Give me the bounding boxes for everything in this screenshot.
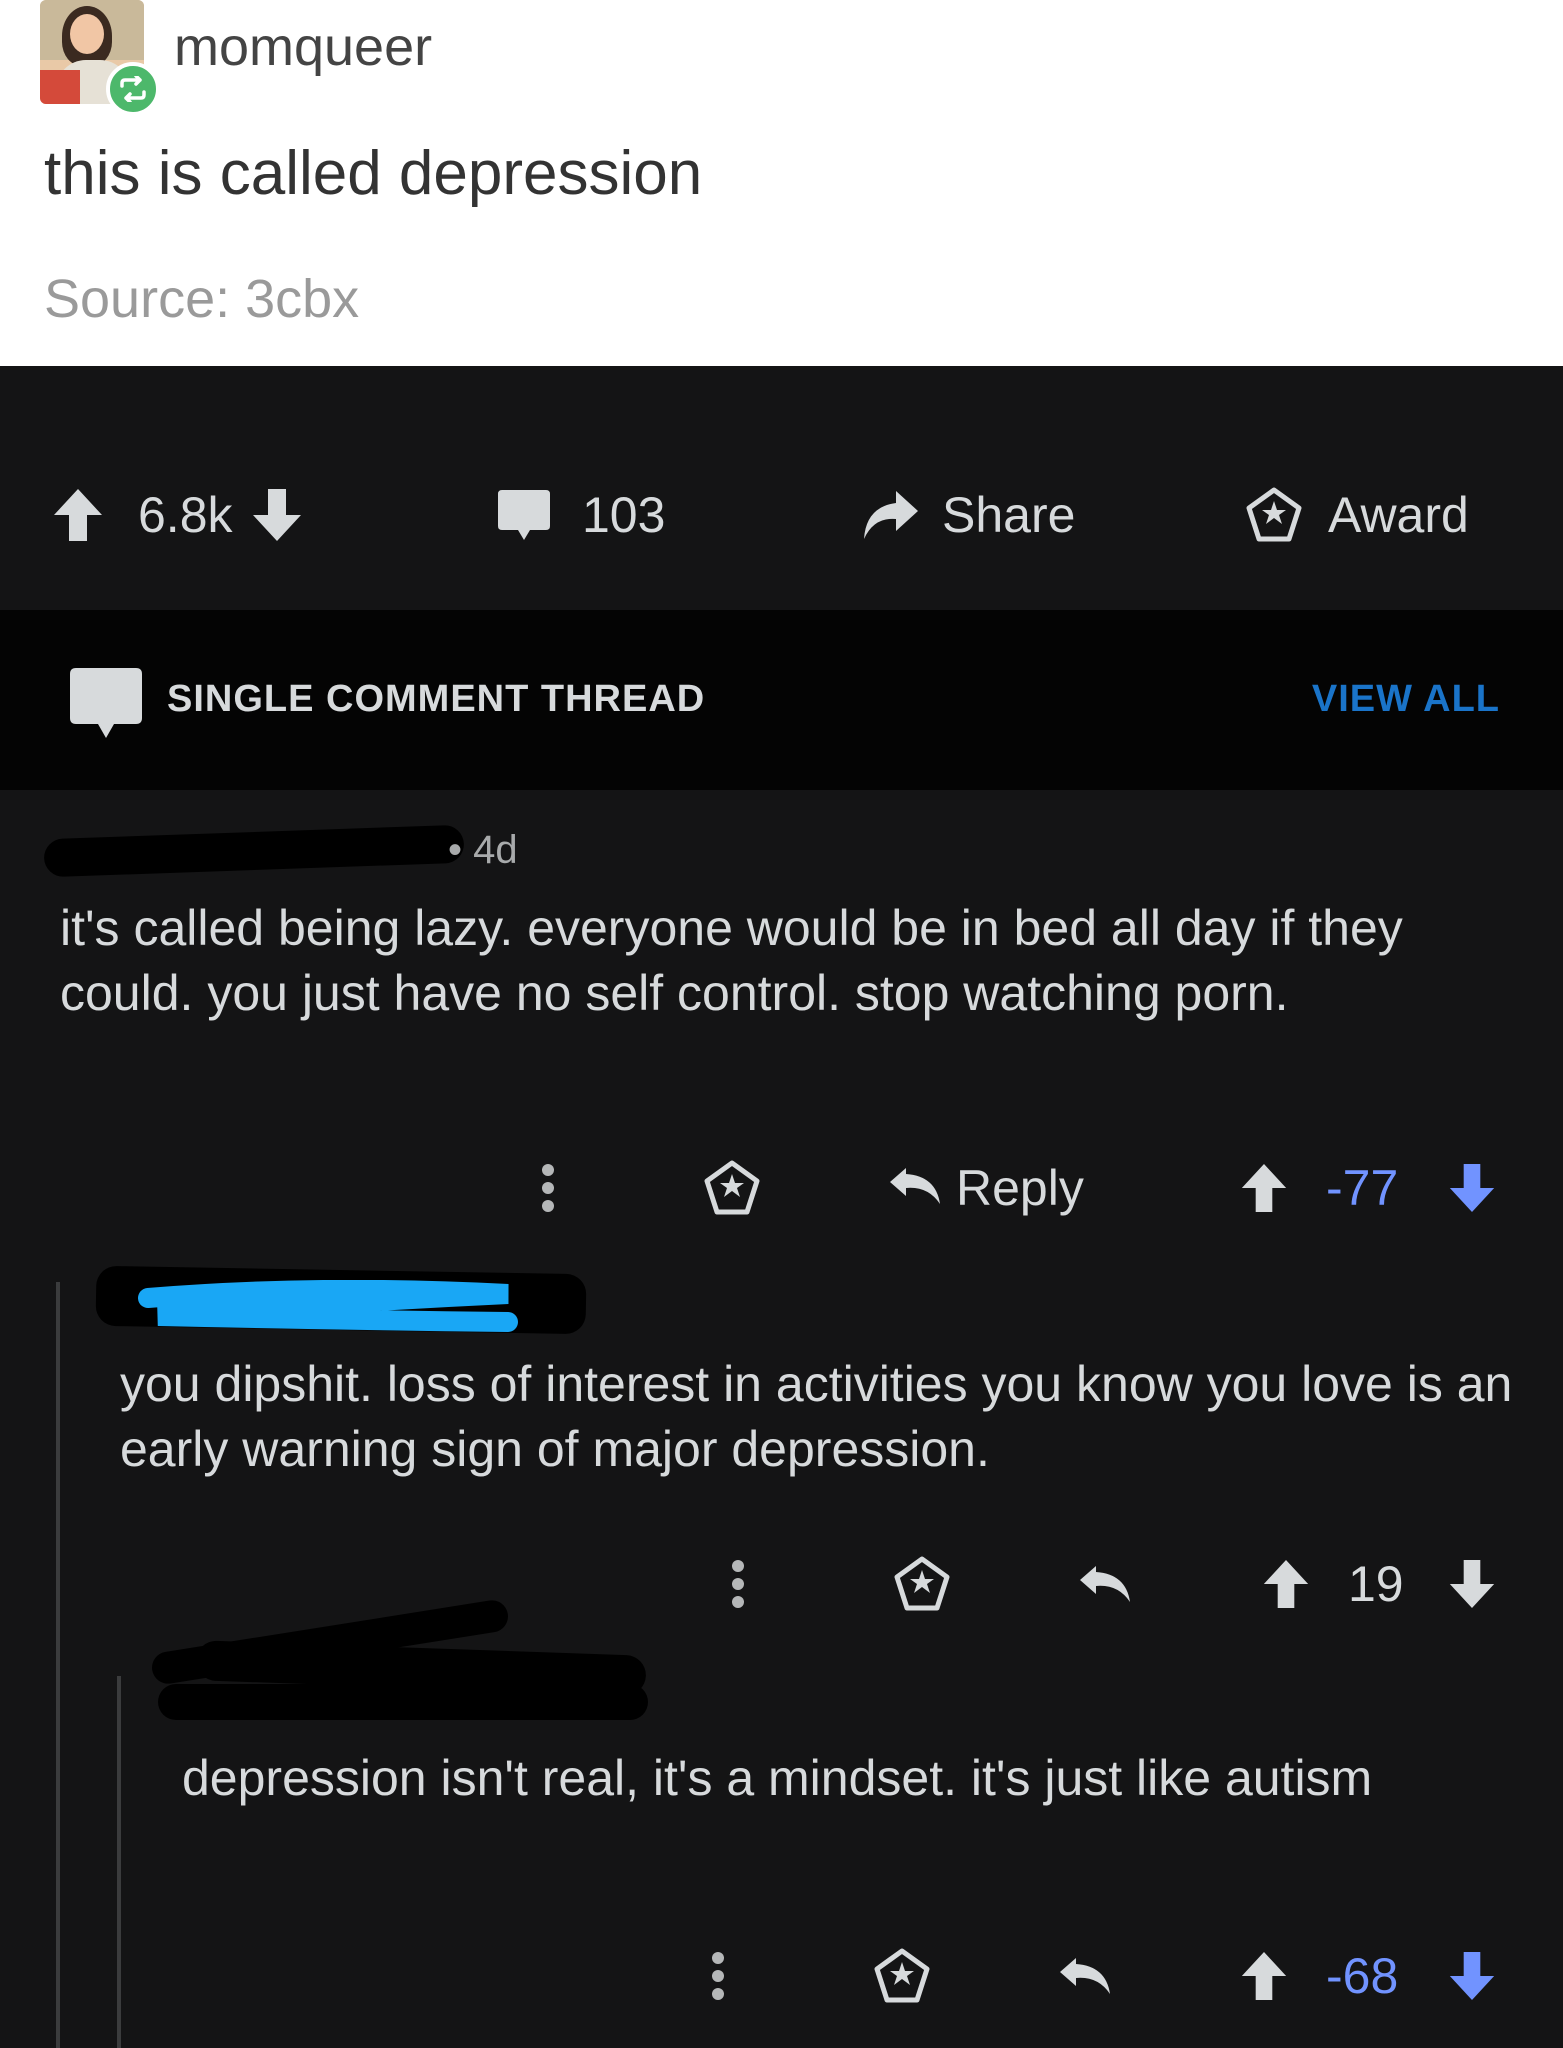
comment-bubble-icon <box>68 666 144 745</box>
more-dots-icon[interactable] <box>540 1148 556 1228</box>
post-score: 6.8k <box>138 487 233 543</box>
downvote-arrow-icon[interactable] <box>1448 1936 1496 2016</box>
reply-arrow-icon[interactable] <box>1058 1936 1112 2016</box>
upvote-arrow-icon[interactable] <box>1240 1148 1288 1228</box>
award-button[interactable]: Award <box>1246 486 1469 544</box>
upvote-arrow-icon[interactable] <box>1240 1936 1288 2016</box>
tumblr-post-header: momqueer this is called depression Sourc… <box>0 0 1563 366</box>
post-text: this is called depression <box>44 139 703 208</box>
upvote-arrow-icon[interactable] <box>52 487 104 543</box>
award-icon <box>1246 487 1302 543</box>
comment-actions: Reply -77 <box>0 1148 1563 1228</box>
share-label: Share <box>942 487 1076 543</box>
reply-arrow-icon <box>888 1164 942 1213</box>
comment-score: -77 <box>1326 1160 1399 1216</box>
downvote-arrow-icon[interactable] <box>1448 1544 1496 1624</box>
thread-line <box>56 1282 60 2048</box>
award-label: Award <box>1328 487 1469 543</box>
more-dots-icon[interactable] <box>710 1936 726 2016</box>
source-link[interactable]: Source: 3cbx <box>44 268 359 330</box>
comment-count: 103 <box>582 487 666 543</box>
vote-group: 6.8k <box>52 486 303 544</box>
redaction-scribble <box>138 1279 518 1345</box>
comment-score: 19 <box>1348 1556 1404 1612</box>
view-all-link[interactable]: VIEW ALL <box>1312 678 1500 721</box>
share-button[interactable]: Share <box>860 486 1075 544</box>
comment-actions: -68 <box>0 1936 1563 2016</box>
comment-body: depression isn't real, it's a mindset. i… <box>182 1750 1373 1806</box>
comment-score: -68 <box>1326 1948 1399 2004</box>
reblog-icon <box>106 62 160 116</box>
thread-label: SINGLE COMMENT THREAD <box>167 678 706 720</box>
reply-button[interactable]: Reply <box>888 1148 1084 1228</box>
comment-timestamp: • 4d <box>448 828 518 872</box>
upvote-arrow-icon[interactable] <box>1262 1544 1310 1624</box>
downvote-arrow-icon[interactable] <box>251 487 303 543</box>
comment-body: you dipshit. loss of interest in activit… <box>120 1356 1513 1477</box>
redacted-username <box>158 1684 648 1720</box>
comment-bubble-icon <box>496 488 552 542</box>
comment-body: it's called being lazy. everyone would b… <box>60 900 1403 1021</box>
award-icon[interactable] <box>894 1544 950 1624</box>
award-icon[interactable] <box>704 1148 760 1228</box>
username[interactable]: momqueer <box>174 16 432 78</box>
redacted-username <box>43 824 465 878</box>
award-icon[interactable] <box>874 1936 930 2016</box>
thread-bar: SINGLE COMMENT THREAD VIEW ALL <box>0 610 1563 790</box>
reply-arrow-icon[interactable] <box>1078 1544 1132 1624</box>
post-action-bar: 6.8k 103 Share Award <box>0 366 1563 610</box>
more-dots-icon[interactable] <box>730 1544 746 1624</box>
downvote-arrow-icon[interactable] <box>1448 1148 1496 1228</box>
comments-button[interactable]: 103 <box>496 486 665 544</box>
comment-actions: 19 <box>0 1544 1563 1624</box>
reply-label: Reply <box>956 1160 1084 1216</box>
share-arrow-icon <box>860 487 920 543</box>
